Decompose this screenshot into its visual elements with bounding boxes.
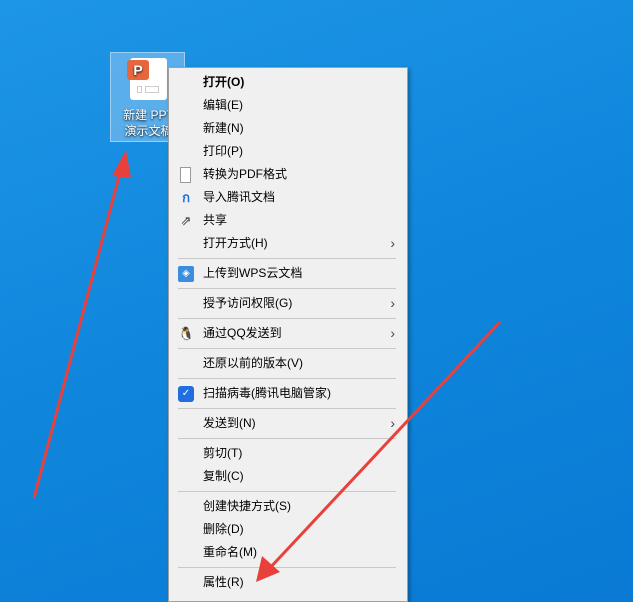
blank-document-icon [180, 167, 191, 183]
share-icon: ⇗ [180, 213, 192, 228]
menu-new[interactable]: 新建(N) [169, 117, 407, 140]
separator [169, 375, 407, 382]
menu-convert-pdf[interactable]: 转换为PDF格式 [169, 163, 407, 186]
separator [169, 405, 407, 412]
menu-restore-versions[interactable]: 还原以前的版本(V) [169, 352, 407, 375]
shield-icon: ✓ [178, 386, 194, 402]
separator [169, 345, 407, 352]
menu-properties[interactable]: 属性(R) [169, 571, 407, 594]
context-menu: 打开(O) 编辑(E) 新建(N) 打印(P) 转换为PDF格式 ก导入腾讯文档… [168, 67, 408, 602]
menu-create-shortcut[interactable]: 创建快捷方式(S) [169, 495, 407, 518]
separator [169, 315, 407, 322]
menu-send-qq[interactable]: 🐧 通过QQ发送到 › [169, 322, 407, 345]
separator [169, 564, 407, 571]
arrowhead-up [112, 150, 131, 178]
menu-rename[interactable]: 重命名(M) [169, 541, 407, 564]
ppt-file-icon: P [127, 58, 167, 100]
separator [169, 435, 407, 442]
menu-scan-virus[interactable]: ✓ 扫描病毒(腾讯电脑管家) [169, 382, 407, 405]
menu-share[interactable]: ⇗ 共享 [169, 209, 407, 232]
menu-delete[interactable]: 删除(D) [169, 518, 407, 541]
menu-open[interactable]: 打开(O) [169, 71, 407, 94]
chevron-right-icon: › [390, 325, 395, 341]
chevron-right-icon: › [390, 295, 395, 311]
annotation-arrow-up [32, 164, 124, 499]
menu-upload-wps[interactable]: ◈ 上传到WPS云文档 [169, 262, 407, 285]
menu-print[interactable]: 打印(P) [169, 140, 407, 163]
separator [169, 255, 407, 262]
chevron-right-icon: › [390, 415, 395, 431]
menu-send-to[interactable]: 发送到(N) › [169, 412, 407, 435]
qq-penguin-icon: 🐧 [178, 326, 195, 341]
menu-edit[interactable]: 编辑(E) [169, 94, 407, 117]
menu-open-with[interactable]: 打开方式(H) › [169, 232, 407, 255]
tencent-docs-icon: ก [182, 190, 190, 205]
wps-cloud-icon: ◈ [178, 266, 194, 282]
menu-import-tencent-docs[interactable]: ก导入腾讯文档 [169, 186, 407, 209]
menu-copy[interactable]: 复制(C) [169, 465, 407, 488]
menu-grant-access[interactable]: 授予访问权限(G) › [169, 292, 407, 315]
chevron-right-icon: › [390, 235, 395, 251]
separator [169, 285, 407, 292]
menu-cut[interactable]: 剪切(T) [169, 442, 407, 465]
separator [169, 488, 407, 495]
